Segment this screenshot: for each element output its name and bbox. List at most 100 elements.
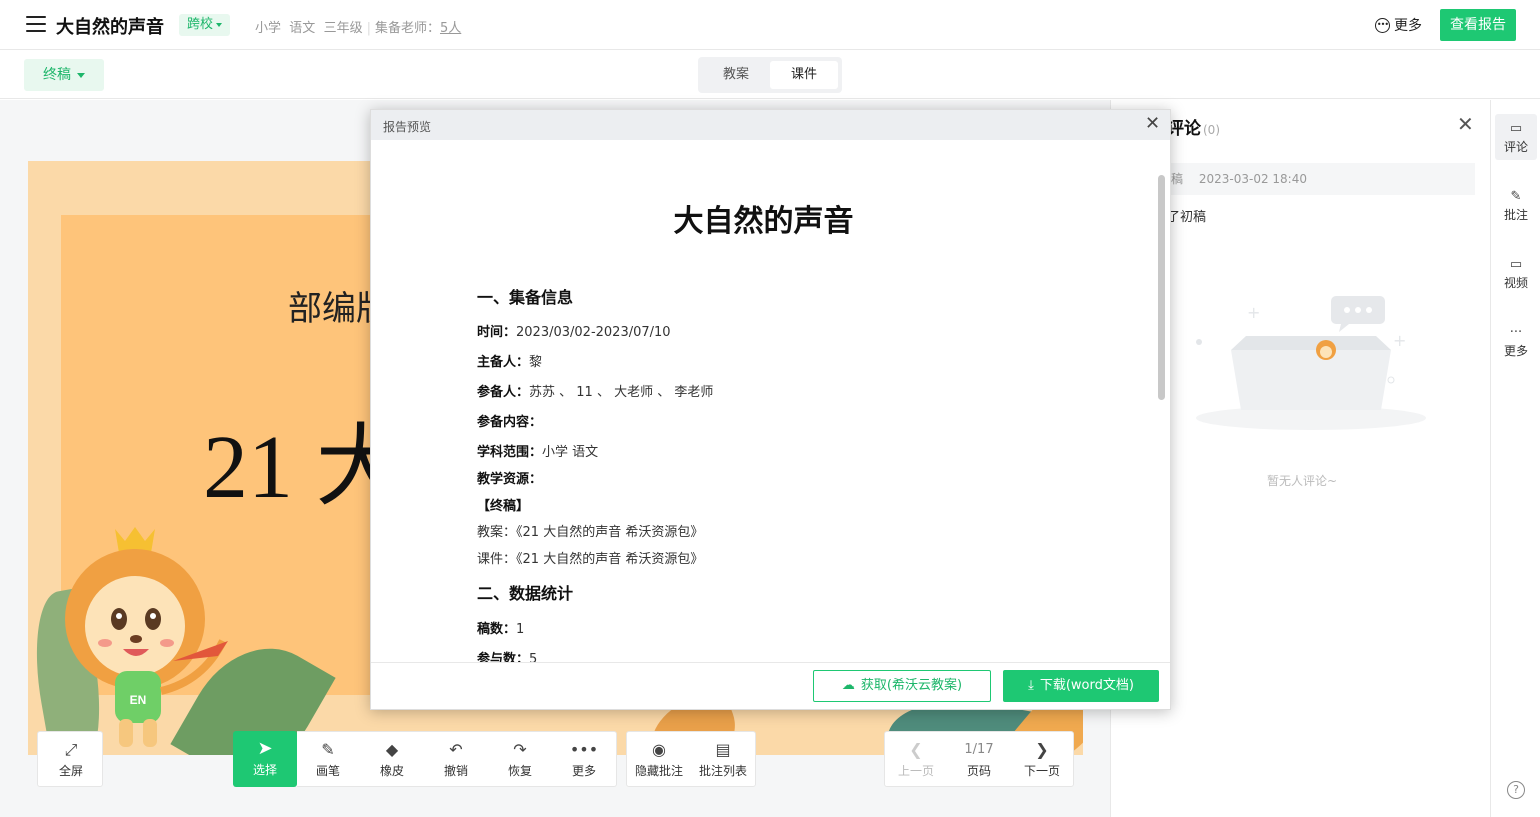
rail-label-video: 视频 — [1503, 276, 1528, 290]
annotation-tools-group: ◉ 隐藏批注 ▤ 批注列表 — [626, 731, 756, 787]
annotation-list-label: 批注列表 — [698, 764, 747, 778]
participants-label: 参备人： — [477, 385, 530, 400]
stat-participants: 参与数：5 — [477, 648, 537, 662]
eraser-label: 橡皮 — [379, 764, 404, 778]
final-tag-text: 【终稿】 — [477, 499, 530, 514]
view-report-button[interactable]: 查看报告 — [1440, 9, 1516, 41]
select-tool-button[interactable]: ➤ 选择 — [233, 731, 297, 787]
pen-tool-button[interactable]: ✎ 画笔 — [297, 732, 359, 788]
undo-label: 撤销 — [443, 764, 468, 778]
school-scope-label: 跨校 — [187, 17, 214, 32]
undo-icon: ↶ — [449, 740, 463, 759]
page-indicator[interactable]: 1/17 页码 — [948, 732, 1010, 788]
comment-panel-title: 评论 (0) — [1167, 114, 1220, 139]
select-label: 选择 — [252, 763, 277, 777]
doc-type-tabs: 教案 课件 — [698, 57, 842, 93]
info-participants: 参备人：苏苏 、 11 、 大老师 、 李老师 — [477, 381, 713, 400]
svg-text:+: + — [1247, 303, 1260, 322]
sub-header: 终稿 教案 课件 — [0, 51, 1540, 99]
fullscreen-button[interactable]: ⤢ 全屏 — [40, 732, 102, 788]
more-icon: ··· — [1509, 325, 1523, 340]
eraser-tool-button[interactable]: ◆ 橡皮 — [361, 732, 423, 788]
next-page-button[interactable]: ❯ 下一页 — [1011, 732, 1073, 788]
meta-grade: 三年级 — [323, 21, 363, 36]
version-dropdown[interactable]: 终稿 — [24, 59, 104, 91]
close-icon[interactable]: ✕ — [1457, 112, 1474, 136]
menu-icon[interactable] — [26, 16, 46, 34]
expand-icon: ⤢ — [64, 740, 78, 759]
courseware-label: 课件： — [477, 552, 517, 567]
redo-button[interactable]: ↷ 恢复 — [489, 732, 551, 788]
section-heading-stats: 二、数据统计 — [477, 584, 574, 603]
download-icon: ⤓ — [1028, 678, 1034, 693]
video-icon: ▭ — [1509, 257, 1523, 272]
more-button[interactable]: ••• 更多 — [1375, 15, 1422, 35]
dialog-header: 报告预览 ✕ — [371, 110, 1170, 140]
more-tools-button[interactable]: ••• 更多 — [553, 732, 615, 788]
cursor-icon: ➤ — [257, 738, 273, 759]
lesson-plan-value: 《21 大自然的声音 希沃资源包》 — [516, 525, 704, 540]
mascot-badge: EN — [130, 693, 147, 707]
prev-page-label: 上一页 — [897, 764, 934, 778]
scrollbar[interactable] — [1158, 175, 1165, 400]
lesson-plan-label: 教案： — [477, 525, 517, 540]
resources-label: 教学资源： — [477, 472, 543, 487]
stat-drafts: 稿数：1 — [477, 618, 524, 637]
next-page-label: 下一页 — [1023, 764, 1060, 778]
help-icon[interactable]: ? — [1507, 781, 1525, 799]
download-word-button[interactable]: ⤓ 下载(word文档) — [1003, 670, 1159, 702]
undo-button[interactable]: ↶ 撤销 — [425, 732, 487, 788]
host-value: 黎 — [529, 355, 543, 370]
info-resources: 教学资源： — [477, 468, 542, 487]
info-content: 参备内容： — [477, 411, 542, 430]
meta-subject: 语文 — [289, 21, 316, 36]
rail-item-comments[interactable]: ▭ 评论 — [1495, 114, 1537, 160]
prev-page-button[interactable]: ❮ 上一页 — [885, 732, 947, 788]
version-history-entry[interactable]: 稿 2023-03-02 18:40 — [1167, 163, 1475, 195]
close-icon[interactable]: ✕ — [1145, 115, 1160, 133]
comment-icon: ▭ — [1509, 121, 1523, 136]
dialog-footer: ☁ 获取(希沃云教案) ⤓ 下载(word文档) — [371, 662, 1170, 709]
info-time: 时间：2023/03/02-2023/07/10 — [477, 321, 671, 340]
rail-item-annotate[interactable]: ✎ 批注 — [1495, 182, 1537, 228]
scope-label: 学科范围： — [477, 445, 543, 460]
more-label: 更多 — [1394, 18, 1422, 34]
content-label: 参备内容： — [477, 415, 543, 430]
report-document[interactable]: 大自然的声音 一、集备信息 时间：2023/03/02-2023/07/10 主… — [371, 140, 1170, 662]
caret-down-icon — [216, 22, 223, 27]
teachers-count-link[interactable]: 5人 — [440, 21, 461, 36]
fetch-cloud-button[interactable]: ☁ 获取(希沃云教案) — [813, 670, 991, 702]
entry-description: 了初稿 — [1167, 210, 1207, 225]
rail-label-annotate: 批注 — [1503, 208, 1528, 222]
meta-teachers-label: 集备老师： — [374, 21, 440, 36]
time-label: 时间： — [477, 325, 517, 340]
hide-annotations-button[interactable]: ◉ 隐藏批注 — [627, 732, 691, 788]
rail-item-more[interactable]: ··· 更多 — [1495, 318, 1537, 364]
meta-stage: 小学 — [255, 21, 282, 36]
host-label: 主备人： — [477, 355, 530, 370]
drafts-value: 1 — [516, 622, 525, 637]
empty-comments-text: 暂无人评论~ — [1267, 474, 1338, 488]
svg-text:+: + — [1393, 331, 1406, 350]
comment-count: (0) — [1203, 123, 1220, 137]
chevron-left-icon: ❮ — [909, 740, 923, 759]
final-tag: 【终稿】 — [477, 495, 529, 514]
pen-label: 画笔 — [315, 764, 340, 778]
annotation-list-button[interactable]: ▤ 批注列表 — [691, 732, 755, 788]
rail-label-more: 更多 — [1503, 344, 1528, 358]
tab-courseware[interactable]: 课件 — [770, 61, 838, 89]
version-label: 终稿 — [43, 67, 71, 83]
entry-timestamp: 2023-03-02 18:40 — [1198, 172, 1307, 186]
lion-mascot-illustration: EN — [65, 527, 228, 747]
school-scope-dropdown[interactable]: 跨校 — [179, 14, 231, 36]
cloud-download-icon: ☁ — [841, 678, 855, 693]
rail-item-video[interactable]: ▭ 视频 — [1495, 250, 1537, 296]
tab-lesson-plan[interactable]: 教案 — [702, 61, 770, 89]
page-title: 大自然的声音 — [56, 17, 164, 38]
info-host: 主备人：黎 — [477, 351, 542, 370]
eraser-icon: ◆ — [385, 740, 399, 759]
participants-count-value: 5 — [529, 652, 538, 662]
pen-icon: ✎ — [321, 740, 335, 759]
lesson-meta: 小学 语文 三年级 | 集备老师：5人 — [255, 17, 461, 36]
more-dots-icon: ••• — [569, 740, 599, 759]
